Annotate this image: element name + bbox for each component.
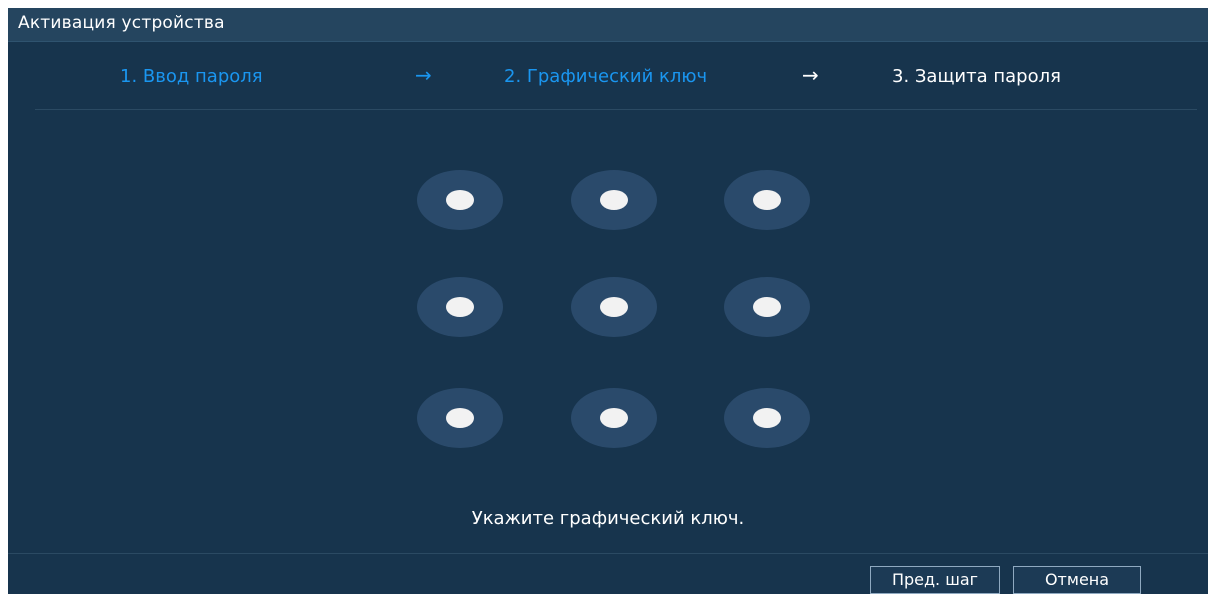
pattern-node-4[interactable] xyxy=(417,277,503,337)
pattern-dot-icon xyxy=(446,297,474,317)
pattern-node-2[interactable] xyxy=(571,170,657,230)
pattern-dot-icon xyxy=(753,408,781,428)
pattern-dot-icon xyxy=(446,190,474,210)
footer-divider xyxy=(8,553,1208,554)
pattern-dot-icon xyxy=(600,297,628,317)
pattern-dot-icon xyxy=(446,408,474,428)
pattern-node-3[interactable] xyxy=(724,170,810,230)
pattern-node-9[interactable] xyxy=(724,388,810,448)
pattern-node-7[interactable] xyxy=(417,388,503,448)
pattern-hint: Укажите графический ключ. xyxy=(471,508,745,529)
cancel-button[interactable]: Отмена xyxy=(1013,566,1141,594)
pattern-node-1[interactable] xyxy=(417,170,503,230)
pattern-lock-grid[interactable] xyxy=(8,8,1208,508)
pattern-dot-icon xyxy=(753,190,781,210)
pattern-dot-icon xyxy=(753,297,781,317)
pattern-node-5[interactable] xyxy=(571,277,657,337)
pattern-node-8[interactable] xyxy=(571,388,657,448)
pattern-dot-icon xyxy=(600,190,628,210)
prev-step-button[interactable]: Пред. шаг xyxy=(870,566,1000,594)
pattern-node-6[interactable] xyxy=(724,277,810,337)
activation-dialog: Активация устройства 1. Ввод пароля → 2.… xyxy=(8,8,1208,594)
pattern-dot-icon xyxy=(600,408,628,428)
